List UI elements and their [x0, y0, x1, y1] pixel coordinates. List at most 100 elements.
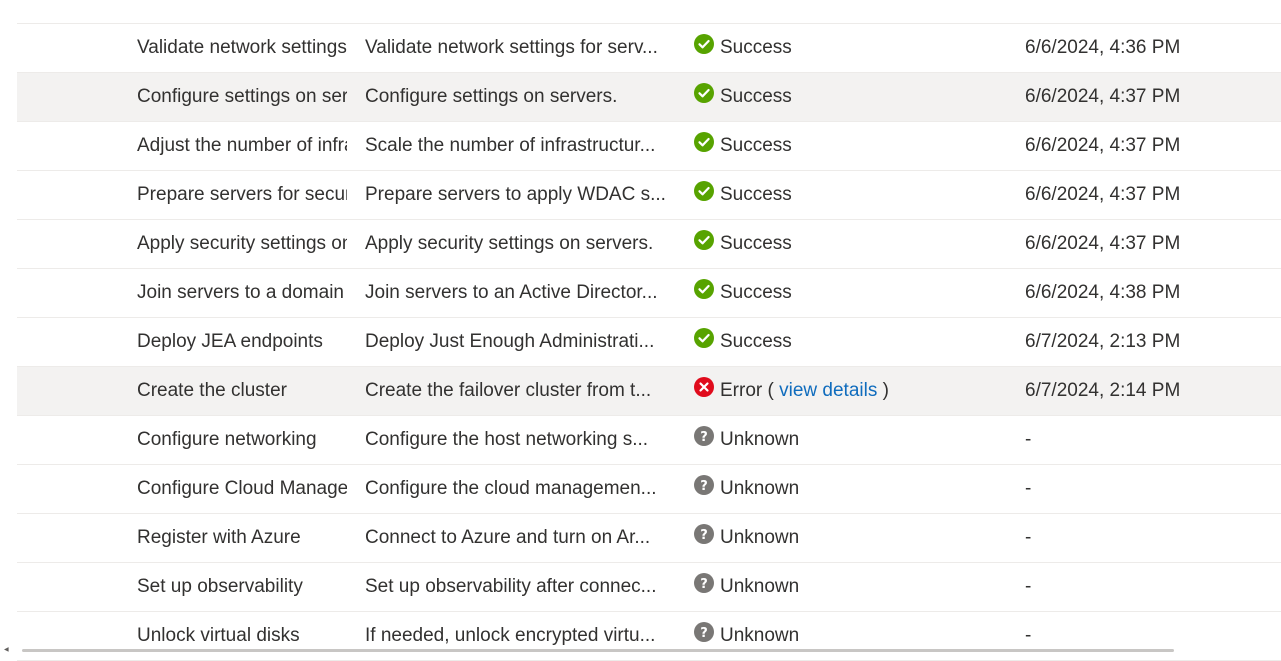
table-row[interactable]: Adjust the number of infrastructure Scal… [17, 122, 1281, 171]
svg-text:?: ? [700, 577, 708, 592]
status-text: Unknown [720, 625, 800, 646]
step-status: ? Unknown [694, 563, 1014, 611]
step-name: Apply security settings on servers [137, 233, 347, 254]
step-name: Adjust the number of infrastructure [137, 135, 347, 156]
checkmark-circle-icon [694, 132, 714, 152]
table-row[interactable]: Create the cluster Create the failover c… [17, 367, 1281, 416]
table-row[interactable]: Prepare servers for security Prepare ser… [17, 171, 1281, 220]
step-status: Success [694, 73, 1014, 121]
step-status: ? Unknown [694, 612, 1014, 660]
status-text: Unknown [720, 576, 800, 597]
step-time: - [1025, 429, 1032, 450]
step-name: Configure settings on servers [137, 86, 347, 107]
step-description: Scale the number of infrastructur... [365, 135, 656, 156]
step-time: 6/7/2024, 2:13 PM [1025, 331, 1181, 352]
step-description: Prepare servers to apply WDAC s... [365, 184, 665, 205]
table-row[interactable]: Configure networking Configure the host … [17, 416, 1281, 465]
status-text: Error [720, 380, 763, 401]
step-name: Configure Cloud Management [137, 478, 347, 499]
error-circle-icon [694, 377, 714, 397]
table-row[interactable]: Deploy JEA endpoints Deploy Just Enough … [17, 318, 1281, 367]
checkmark-circle-icon [694, 230, 714, 250]
status-text: Success [720, 37, 792, 58]
status-text: Success [720, 282, 792, 303]
step-description: Configure the host networking s... [365, 429, 649, 450]
step-name: Configure networking [137, 429, 317, 450]
table-row[interactable]: Validate network settings Validate netwo… [17, 24, 1281, 73]
table-row[interactable]: Set up observability Set up observabilit… [17, 563, 1281, 612]
step-description: Join servers to an Active Director... [365, 282, 658, 303]
step-status: ? Unknown [694, 514, 1014, 562]
view-details-link[interactable]: view details [779, 380, 877, 401]
checkmark-circle-icon [694, 279, 714, 299]
step-status: Success [694, 269, 1014, 317]
question-circle-icon: ? [694, 622, 714, 642]
step-name: Register with Azure [137, 527, 301, 548]
question-circle-icon: ? [694, 426, 714, 446]
step-status: Success [694, 171, 1014, 219]
checkmark-circle-icon [694, 328, 714, 348]
status-text: Unknown [720, 429, 800, 450]
svg-text:?: ? [700, 626, 708, 641]
status-details: ( view details ) [762, 380, 889, 401]
status-text: Success [720, 135, 792, 156]
checkmark-circle-icon [694, 34, 714, 54]
table-row[interactable]: Unlock virtual disks If needed, unlock e… [17, 612, 1281, 661]
step-name: Prepare servers for security [137, 184, 347, 205]
status-text: Success [720, 233, 792, 254]
step-status: Success [694, 220, 1014, 268]
step-description: Apply security settings on servers. [365, 233, 654, 254]
svg-text:?: ? [700, 528, 708, 543]
table-row[interactable]: Apply security settings on servers Apply… [17, 220, 1281, 269]
step-description: Configure the cloud managemen... [365, 478, 657, 499]
step-description: Connect to Azure and turn on Ar... [365, 527, 651, 548]
step-time: 6/6/2024, 4:37 PM [1025, 184, 1181, 205]
step-time: - [1025, 478, 1032, 499]
step-description: Deploy Just Enough Administrati... [365, 331, 655, 352]
step-name: Join servers to a domain [137, 282, 344, 303]
svg-text:?: ? [700, 479, 708, 494]
table-row[interactable]: Register with Azure Connect to Azure and… [17, 514, 1281, 563]
question-circle-icon: ? [694, 573, 714, 593]
table-row[interactable]: Join servers to a domain Join servers to… [17, 269, 1281, 318]
step-time: 6/6/2024, 4:38 PM [1025, 282, 1181, 303]
grid-rows: Validate network settings Validate netwo… [17, 24, 1281, 661]
step-time: 6/7/2024, 2:14 PM [1025, 380, 1181, 401]
step-description: Configure settings on servers. [365, 86, 618, 107]
status-text: Success [720, 331, 792, 352]
question-circle-icon: ? [694, 475, 714, 495]
grid-top-spacer [17, 0, 1281, 24]
step-name: Create the cluster [137, 380, 287, 401]
table-row[interactable]: Configure settings on servers Configure … [17, 73, 1281, 122]
status-text: Success [720, 184, 792, 205]
step-time: 6/6/2024, 4:37 PM [1025, 135, 1181, 156]
close-paren: ) [877, 380, 889, 401]
step-time: 6/6/2024, 4:37 PM [1025, 86, 1181, 107]
step-name: Deploy JEA endpoints [137, 331, 323, 352]
checkmark-circle-icon [694, 181, 714, 201]
step-description: Create the failover cluster from t... [365, 380, 652, 401]
step-description: If needed, unlock encrypted virtu... [365, 625, 656, 646]
step-time: - [1025, 576, 1032, 597]
open-paren: ( [762, 380, 780, 401]
step-name: Validate network settings [137, 37, 347, 58]
step-description: Validate network settings for serv... [365, 37, 658, 58]
step-time: 6/6/2024, 4:36 PM [1025, 37, 1181, 58]
checkmark-circle-icon [694, 83, 714, 103]
step-status: ? Unknown [694, 416, 1014, 464]
step-name: Unlock virtual disks [137, 625, 300, 646]
step-status: Success [694, 24, 1014, 72]
step-status: ? Unknown [694, 465, 1014, 513]
status-text: Unknown [720, 527, 800, 548]
svg-text:?: ? [700, 430, 708, 445]
step-description: Set up observability after connec... [365, 576, 657, 597]
question-circle-icon: ? [694, 524, 714, 544]
step-time: - [1025, 527, 1032, 548]
step-status: Error ( view details ) [694, 367, 1014, 415]
status-text: Success [720, 86, 792, 107]
step-name: Set up observability [137, 576, 303, 597]
status-text: Unknown [720, 478, 800, 499]
step-status: Success [694, 122, 1014, 170]
table-row[interactable]: Configure Cloud Management Configure the… [17, 465, 1281, 514]
step-time: - [1025, 625, 1032, 646]
